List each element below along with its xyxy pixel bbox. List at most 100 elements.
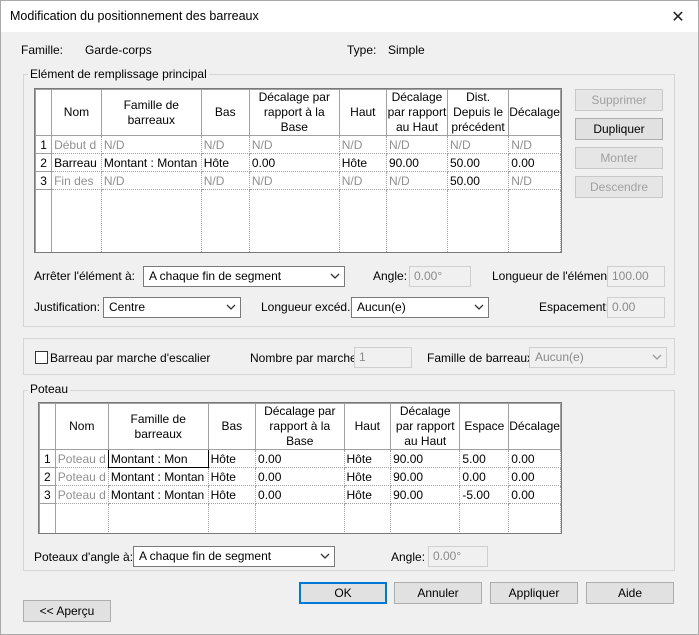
cell-dist[interactable]: 50.00 [446,153,510,172]
cell-famille[interactable]: Montant : Montan [100,153,202,172]
cell-famille[interactable]: N/D [100,135,202,154]
cell-dist[interactable]: 50.00 [446,171,510,190]
cell-famille[interactable]: N/D [100,171,202,190]
cell-decalage-haut[interactable]: 90.00 [385,153,448,172]
col-header-nom: Nom [51,89,102,136]
main-infill-table[interactable]: Nom Famille de barreaux Bas Décalage par… [35,89,561,252]
cell-bas[interactable]: Hôte [207,449,257,468]
main-infill-grid[interactable]: Nom Famille de barreaux Bas Décalage par… [34,88,562,253]
aide-button[interactable]: Aide [586,582,674,604]
row-number[interactable]: 3 [39,485,56,504]
cell-nom[interactable]: Poteau d [54,467,109,486]
cell-decalage[interactable]: 0.00 [508,153,561,172]
row-number[interactable]: 1 [35,135,53,154]
cell-decalage-base[interactable]: 0.00 [255,449,345,468]
longueur-element-label: Longueur de l'élément: [492,269,614,283]
cell-decalage-base[interactable]: 0.00 [248,153,340,172]
cell-haut[interactable]: Hôte [343,449,392,468]
cell-haut[interactable]: Hôte [343,467,392,486]
longueur-exced-select[interactable]: Aucun(e) [351,297,489,318]
cell-nom[interactable]: Barreau [51,153,102,172]
annuler-button[interactable]: Annuler [394,582,482,604]
cell-decalage-haut[interactable]: N/D [385,171,448,190]
justification-select[interactable]: Centre [103,297,241,318]
cell-famille[interactable]: Montant : Montan [107,467,209,486]
cell-famille[interactable]: Montant : Montan [107,485,209,504]
monter-button[interactable]: Monter [575,147,663,169]
col-header-dist: Dist. Depuis le précédent [446,89,510,136]
cell-nom[interactable]: Début d [51,135,102,154]
table-row[interactable]: 1 Poteau d Montant : Mon Hôte 0.00 Hôte … [39,449,561,468]
table-row[interactable]: 2 Poteau d Montant : Montan Hôte 0.00 Hô… [39,467,561,486]
cell-espace[interactable]: 5.00 [459,449,510,468]
cell-decalage-haut[interactable]: 90.00 [390,485,461,504]
cell-decalage-base[interactable]: 0.00 [255,485,345,504]
table-row[interactable]: 1 Début d N/D N/D N/D N/D N/D N/D N/D [35,135,561,154]
justification-label: Justification: [34,300,101,314]
descendre-button[interactable]: Descendre [575,176,663,198]
table-row[interactable]: 3 Fin des N/D N/D N/D N/D N/D 50.00 N/D [35,171,561,190]
cell-haut[interactable]: N/D [338,135,387,154]
cell-decalage[interactable]: N/D [508,171,561,190]
angle-field[interactable]: 0.00° [409,266,471,287]
cell-bas[interactable]: Hôte [207,467,257,486]
cell-decalage-base[interactable]: 0.00 [255,467,345,486]
stair-famille-label: Famille de barreaux: [427,351,537,365]
poteau-angle-label: Angle: [391,550,426,564]
close-icon[interactable]: ✕ [658,1,698,32]
cell-decalage[interactable]: 0.00 [508,467,561,486]
longueur-element-field[interactable]: 100.00 [607,266,665,287]
espacement-field[interactable]: 0.00 [607,297,665,318]
stair-famille-select[interactable]: Aucun(e) [529,347,667,368]
cell-nom[interactable]: Poteau d [54,485,109,504]
row-number[interactable]: 1 [39,449,56,468]
row-number[interactable]: 2 [39,467,56,486]
poteau-grid[interactable]: Nom Famille de barreaux Bas Décalage par… [38,402,562,534]
cell-decalage-haut[interactable]: 90.00 [390,467,461,486]
barreau-marche-label[interactable]: Barreau par marche d'escalier [50,351,210,365]
col-header-nom: Nom [54,403,109,450]
cell-famille[interactable]: Montant : Mon [107,449,209,468]
cell-decalage-haut[interactable]: N/D [385,135,448,154]
cell-nom[interactable]: Fin des [51,171,102,190]
table-row[interactable]: 2 Barreau Montant : Montan Hôte 0.00 Hôt… [35,153,561,172]
poteaux-angle-label: Poteaux d'angle à: [34,550,134,564]
cell-haut[interactable]: N/D [338,171,387,190]
apercu-button[interactable]: << Aperçu [23,600,111,622]
window-title: Modification du positionnement des barre… [10,9,259,23]
cell-bas[interactable]: Hôte [207,485,257,504]
cell-nom[interactable]: Poteau d [54,449,109,468]
poteau-angle-field[interactable]: 0.00° [428,546,488,567]
poteaux-angle-select[interactable]: A chaque fin de segment [133,546,335,567]
nombre-marche-field[interactable]: 1 [354,347,412,368]
cell-decalage[interactable]: 0.00 [508,485,561,504]
col-header-decalage-haut: Décalage par rapport au Haut [385,89,448,136]
col-header-decalage-base: Décalage par rapport à la Base [248,89,340,136]
cell-bas[interactable]: N/D [200,135,250,154]
cell-decalage-haut[interactable]: 90.00 [390,449,461,468]
barreau-marche-checkbox[interactable] [35,351,48,364]
cell-decalage-base[interactable]: N/D [248,135,340,154]
stair-famille-select-value: Aucun(e) [535,350,584,364]
cell-haut[interactable]: Hôte [338,153,387,172]
cell-decalage[interactable]: 0.00 [508,449,561,468]
main-infill-group-title: Elément de remplissage principal [28,67,209,81]
cell-espace[interactable]: -5.00 [459,485,510,504]
poteau-table[interactable]: Nom Famille de barreaux Bas Décalage par… [39,403,561,533]
cell-haut[interactable]: Hôte [343,485,392,504]
cell-espace[interactable]: 0.00 [459,467,510,486]
appliquer-button[interactable]: Appliquer [490,582,578,604]
row-number[interactable]: 3 [35,171,53,190]
cell-decalage[interactable]: N/D [508,135,561,154]
supprimer-button[interactable]: Supprimer [575,89,663,111]
longueur-exced-label: Longueur excéd.: [261,300,354,314]
cell-bas[interactable]: Hôte [200,153,250,172]
cell-decalage-base[interactable]: N/D [248,171,340,190]
table-row[interactable]: 3 Poteau d Montant : Montan Hôte 0.00 Hô… [39,485,561,504]
arreter-select[interactable]: A chaque fin de segment [143,266,345,287]
cell-dist[interactable]: N/D [446,135,510,154]
row-number[interactable]: 2 [35,153,53,172]
cell-bas[interactable]: N/D [200,171,250,190]
dupliquer-button[interactable]: Dupliquer [575,118,663,140]
ok-button[interactable]: OK [299,582,387,604]
